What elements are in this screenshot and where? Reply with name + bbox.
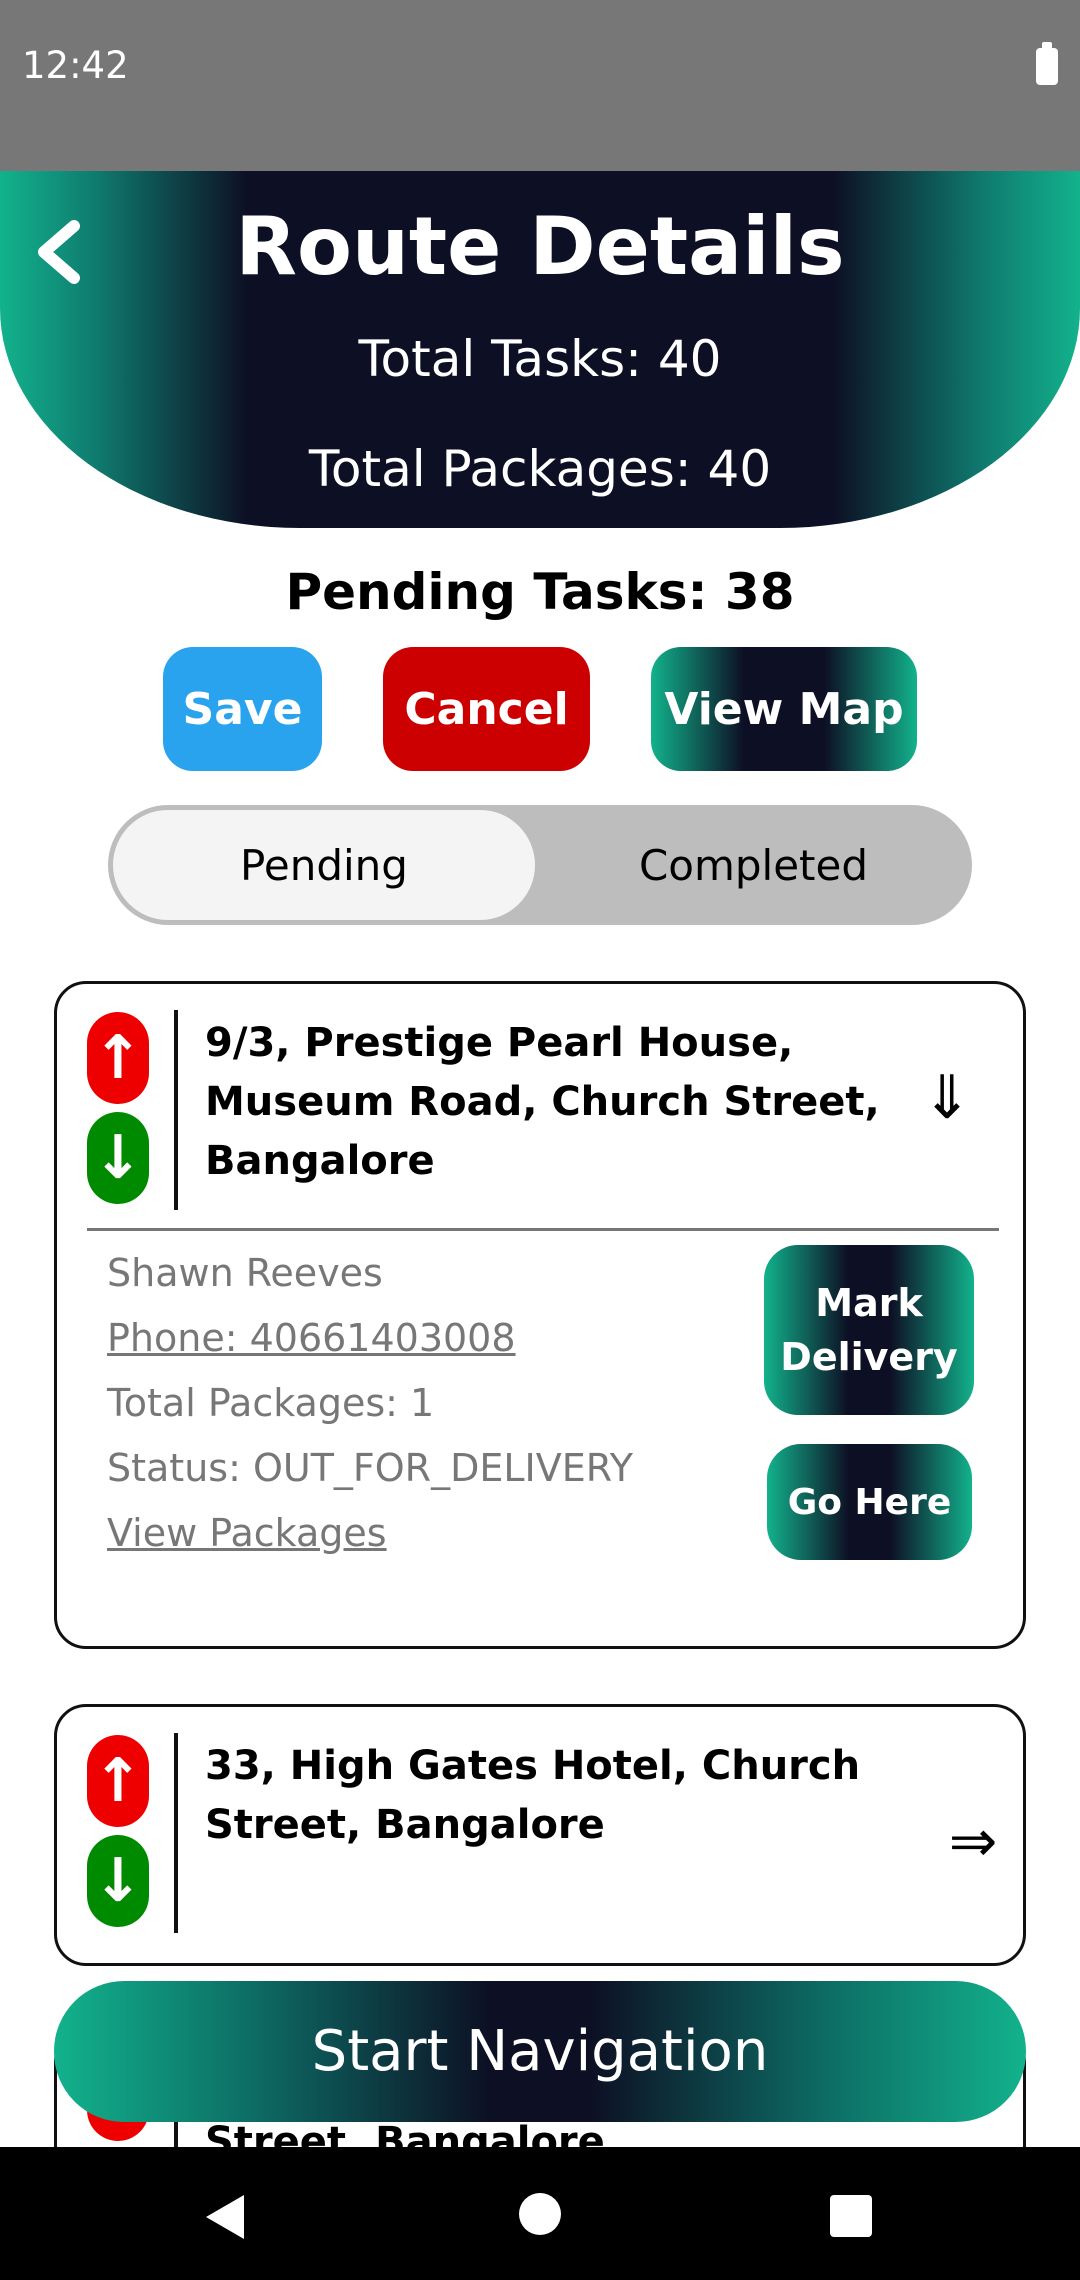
total-packages: Total Packages: 40 bbox=[308, 440, 772, 498]
phone-link[interactable]: Phone: 40661403008 bbox=[107, 1316, 516, 1360]
task-address: 9/3, Prestige Pearl House, Museum Road, … bbox=[205, 1020, 880, 1184]
expand-arrow-icon[interactable]: ⇒ bbox=[943, 1811, 1003, 1871]
go-here-button[interactable]: Go Here bbox=[767, 1444, 972, 1560]
status-toggle: Pending Completed bbox=[108, 805, 972, 925]
task-card: ↑ ↓ 33, High Gates Hotel, Church Street,… bbox=[54, 1704, 1026, 1966]
task-package-count: Total Packages: 1 bbox=[107, 1381, 435, 1425]
nav-back-icon[interactable] bbox=[206, 2195, 244, 2239]
move-down-button[interactable]: ↓ bbox=[87, 1112, 149, 1204]
nav-home-icon[interactable] bbox=[519, 2193, 561, 2235]
divider bbox=[87, 1228, 999, 1231]
move-up-button[interactable]: ↑ bbox=[87, 1012, 149, 1104]
battery-icon bbox=[1036, 42, 1058, 85]
status-time: 12:42 bbox=[22, 44, 129, 87]
start-navigation-button[interactable]: Start Navigation bbox=[54, 1981, 1026, 2122]
save-button[interactable]: Save bbox=[163, 647, 322, 771]
task-status: Status: OUT_FOR_DELIVERY bbox=[107, 1446, 633, 1490]
customer-name: Shawn Reeves bbox=[107, 1251, 383, 1295]
tab-pending[interactable]: Pending bbox=[113, 810, 535, 920]
pending-tasks-count: Pending Tasks: 38 bbox=[285, 563, 795, 621]
page-title: Route Details bbox=[235, 200, 845, 293]
tab-completed[interactable]: Completed bbox=[540, 810, 967, 920]
mark-delivery-button[interactable]: Mark Delivery bbox=[764, 1245, 974, 1415]
task-address: 33, High Gates Hotel, Church Street, Ban… bbox=[205, 1743, 861, 1848]
move-down-button[interactable]: ↓ bbox=[87, 1835, 149, 1927]
move-up-button[interactable]: ↑ bbox=[87, 1735, 149, 1827]
divider bbox=[174, 1010, 178, 1210]
task-card: ↑ ↓ 9/3, Prestige Pearl House, Museum Ro… bbox=[54, 981, 1026, 1649]
total-tasks: Total Tasks: 40 bbox=[358, 330, 722, 388]
nav-recents-icon[interactable] bbox=[830, 2195, 872, 2237]
cancel-button[interactable]: Cancel bbox=[383, 647, 590, 771]
divider bbox=[174, 1733, 178, 1933]
view-packages-link[interactable]: View Packages bbox=[107, 1511, 387, 1555]
view-map-button[interactable]: View Map bbox=[651, 647, 917, 771]
collapse-arrow-icon[interactable]: ⇓ bbox=[917, 1068, 977, 1128]
status-bar: 12:42 bbox=[0, 0, 1080, 171]
